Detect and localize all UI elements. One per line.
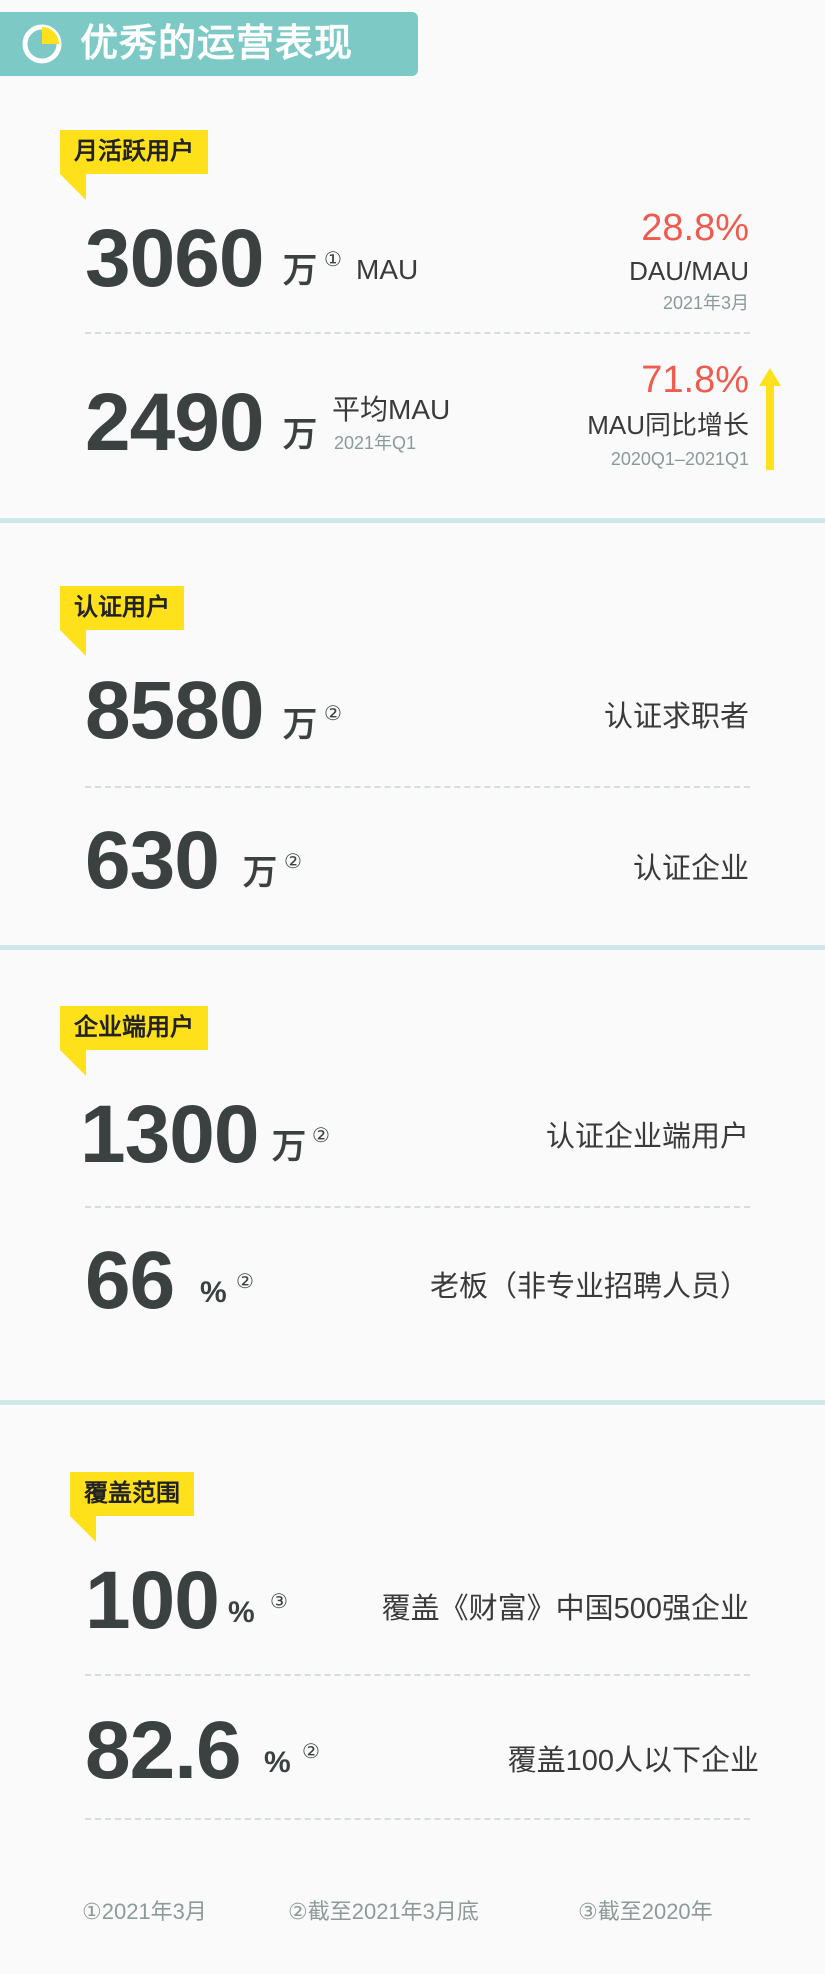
mau-growth-period: 2020Q1–2021Q1 [610,449,749,469]
fortune500-desc: 覆盖《财富》中国500强企业 [381,1593,749,1625]
footnote-mark: ③ [270,1591,288,1613]
divider [85,786,750,788]
avg-mau-unit: 万 [283,416,317,454]
mau-growth-value: 71.8% [641,359,749,401]
footnote-mark: ① [324,249,342,271]
footnote-mark: ② [236,1271,254,1293]
label-tail [60,1050,86,1076]
divider [85,1206,750,1208]
boss-percent-number: 66 [85,1235,175,1326]
fortune500-percent-unit: % [228,1596,255,1629]
section-separator [0,1400,825,1405]
footnote-1: ①2021年3月 [82,1899,207,1924]
divider [85,1818,750,1820]
dau-mau-value: 28.8% [641,207,749,249]
footnote-mark: ② [324,703,342,725]
certified-companies-unit: 万 [243,854,277,892]
section-label-certified: 认证用户 [60,586,184,630]
certified-companies-number: 630 [85,815,220,906]
avg-mau-label: 平均MAU [332,394,451,425]
section-separator [0,945,825,950]
boss-percent-unit: % [200,1276,227,1309]
divider [85,332,750,334]
section-separator [0,518,825,523]
mau-unit: 万 [283,252,317,290]
footnote-mark: ② [302,1741,320,1763]
section-label-mau: 月活跃用户 [60,130,208,174]
mau-growth-label: MAU同比增长 [587,410,749,440]
certified-seekers-desc: 认证求职者 [603,701,749,733]
footnote-3: ③截至2020年 [578,1899,713,1924]
section-label-coverage: 覆盖范围 [70,1472,194,1516]
certified-companies-desc: 认证企业 [632,853,749,885]
boss-percent-desc: 老板（非专业招聘人员） [429,1271,749,1303]
avg-mau-period: 2021年Q1 [334,433,417,453]
label-tail [60,174,86,200]
small-business-percent-unit: % [264,1746,291,1779]
fortune500-percent-number: 100 [85,1555,220,1646]
footnote-mark: ② [312,1125,330,1147]
divider [85,1674,750,1676]
certified-seekers-unit: 万 [283,706,317,744]
footnote-mark: ② [284,851,302,873]
dau-mau-label: DAU/MAU [629,256,749,286]
label-tail [70,1516,96,1542]
page-title: 优秀的运营表现 [80,23,354,65]
dau-mau-date: 2021年3月 [662,293,749,313]
mau-number: 3060 [85,213,264,304]
mau-suffix: MAU [356,254,419,285]
small-business-desc: 覆盖100人以下企业 [507,1745,759,1777]
section-label-enterprise: 企业端用户 [60,1006,208,1050]
avg-mau-number: 2490 [85,377,264,468]
footnote-2: ②截至2021年3月底 [288,1899,479,1924]
small-business-percent-number: 82.6 [85,1705,242,1796]
arrow-up-icon [759,368,781,470]
enterprise-users-desc: 认证企业端用户 [545,1121,749,1153]
enterprise-users-number: 1300 [80,1089,259,1180]
certified-seekers-number: 8580 [85,665,264,756]
label-tail [60,630,86,656]
pie-chart-icon [22,24,62,64]
enterprise-users-unit: 万 [272,1128,306,1166]
